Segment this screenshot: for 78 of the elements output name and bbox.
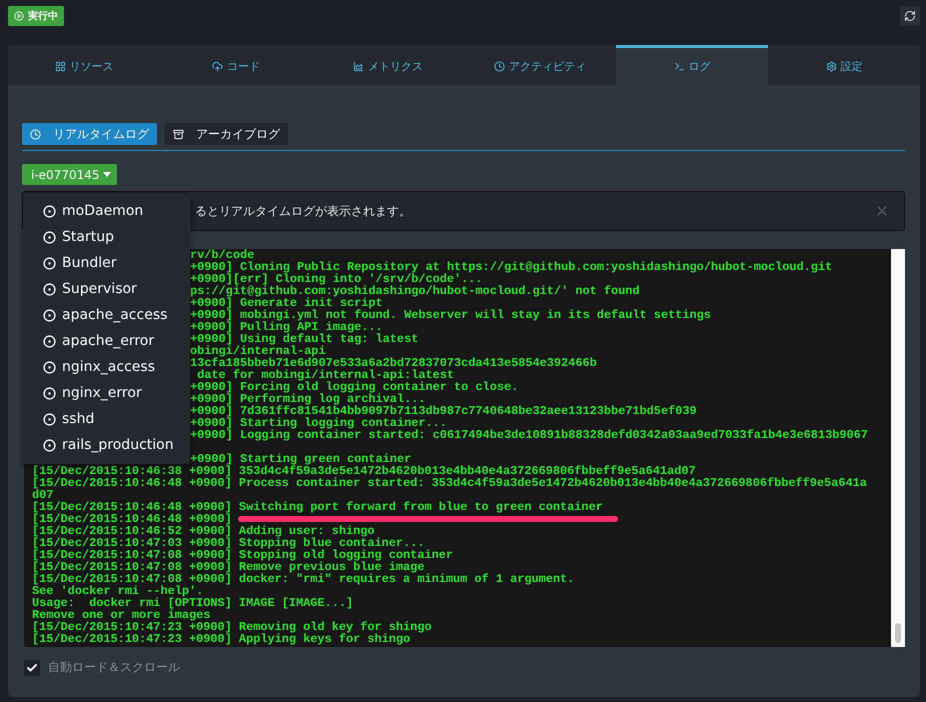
- log-line: [15/Dec/2015:10:47:03 +0900] Stopping blue container...: [32, 537, 424, 549]
- log-line: [15/Dec/2015:10:47:08 +0900] Stopping old logging container: [32, 549, 453, 561]
- menu-item[interactable]: Supervisor: [23, 276, 190, 302]
- log-line: +0900] Starting green container: [190, 453, 412, 465]
- log-line: +0900] Logging container started: c0617494be3de10891b88328defd0342a03aa9ed7033fa1b4e3e6813b9067: [190, 429, 868, 441]
- log-line: ps://git@github.com:yoshidashingo/hubot-mocloud.git/' not found: [190, 285, 640, 297]
- log-line: See 'docker rmi --help'.: [32, 585, 204, 597]
- tab[interactable]: アクティビティ: [464, 45, 616, 85]
- log-line: +0900] Cloning Public Repository at https://git@github.com:yoshidashingo/hubot-mocloud.git: [190, 261, 832, 273]
- target-icon: [43, 204, 56, 218]
- menu-item[interactable]: rails_production: [23, 432, 190, 458]
- terminal-icon: [674, 61, 684, 72]
- tab[interactable]: 設定: [768, 45, 920, 85]
- menu-item[interactable]: nginx_error: [23, 380, 190, 406]
- menu-item[interactable]: apache_error: [23, 328, 190, 354]
- menu-item[interactable]: nginx_access: [23, 354, 190, 380]
- target-icon: [43, 334, 56, 348]
- target-icon: [43, 308, 56, 322]
- log-line: d07: [32, 489, 54, 501]
- alert-text: るとリアルタイムログが表示されます。: [195, 202, 411, 220]
- tab[interactable]: メトリクス: [312, 45, 464, 85]
- log-line: Remove one or more images: [32, 609, 210, 621]
- status-badge: 実行中: [8, 6, 64, 26]
- menu-item[interactable]: apache_access: [23, 302, 190, 328]
- tab[interactable]: リソース: [8, 45, 160, 85]
- menu-item[interactable]: moDaemon: [23, 198, 190, 224]
- refresh-button[interactable]: [900, 6, 920, 26]
- target-icon: [43, 230, 56, 244]
- log-line: [15/Dec/2015:10:47:08 +0900] docker: "rmi" requires a minimum of 1 argument.: [32, 573, 574, 585]
- target-icon: [43, 360, 56, 374]
- log-line: +0900] Pulling API image...: [190, 321, 383, 333]
- log-line: obingi/internal-api: [190, 345, 326, 357]
- target-icon: [43, 412, 56, 426]
- log-line: [15/Dec/2015:10:47:08 +0900] Remove previous blue image: [32, 561, 424, 573]
- clock-icon: [30, 128, 41, 140]
- tab[interactable]: コード: [160, 45, 312, 85]
- menu-item[interactable]: sshd: [23, 406, 190, 432]
- log-line: [15/Dec/2015:10:46:52 +0900] Adding user: shingo: [32, 525, 375, 537]
- log-line: rv/b/code: [190, 249, 254, 261]
- tab[interactable]: ログ: [616, 45, 768, 85]
- target-icon: [43, 256, 56, 270]
- checkbox[interactable]: [24, 660, 40, 676]
- log-line: +0900] Generate init script: [190, 297, 383, 309]
- log-line: +0900] mobingi.yml not found. Webserver will stay in its default settings: [190, 309, 711, 321]
- caret-icon: [102, 172, 110, 177]
- log-line: Usage: docker rmi [OPTIONS] IMAGE [IMAGE...]: [32, 597, 354, 609]
- scroll-thumb[interactable]: [895, 623, 901, 643]
- menu-item[interactable]: Bundler: [23, 250, 190, 276]
- check-icon: [26, 662, 38, 674]
- target-icon: [43, 386, 56, 400]
- log-line: +0900] Using default tag: latest: [190, 333, 418, 345]
- log-line: [15/Dec/2015:10:47:23 +0900] Removing old key for shingo: [32, 621, 432, 633]
- log-line: +0900] Forcing old logging container to close.: [190, 381, 518, 393]
- checkbox-label: 自動ロード＆スクロール: [48, 659, 180, 676]
- play-icon: [14, 11, 24, 21]
- archive-icon: [173, 128, 184, 140]
- clock-icon: [494, 61, 505, 72]
- cloud-upload-icon: [212, 61, 223, 72]
- log-line: [15/Dec/2015:10:46:48 +0900]: [32, 513, 232, 525]
- log-line: [15/Dec/2015:10:46:48 +0900] Process container started: 353d4c4f59a3de5e1472b4620b013e4bb40e4a372669806fbbeff9e5a641a: [32, 477, 867, 489]
- log-line: 13cfa185bbeb71e6d907e533a6a2bd72837073cda413e5854e392466b: [190, 357, 597, 369]
- log-line: +0900][err] Cloning into '/srv/b/code'...: [190, 273, 483, 285]
- menu-item[interactable]: Startup: [23, 224, 190, 250]
- area-chart-icon: [353, 61, 364, 72]
- log-line: +0900] Starting logging container...: [190, 417, 447, 429]
- log-mode-tab[interactable]: リアルタイムログ: [22, 123, 157, 145]
- log-line: +0900] 7d361ffc81541b4bb9097b7113db987c7740648be32aee13123bbe71bd5ef039: [190, 405, 697, 417]
- log-line: [15/Dec/2015:10:46:48 +0900] Switching port forward from blue to green container: [32, 501, 603, 513]
- target-icon: [43, 282, 56, 296]
- log-line: +0900] Performing log archival...: [190, 393, 426, 405]
- settings-icon: [826, 61, 836, 72]
- log-mode-tab[interactable]: アーカイブログ: [165, 123, 288, 145]
- grid-icon: [54, 61, 66, 72]
- log-line: [15/Dec/2015:10:46:38 +0900] 353d4c4f59a3de5e1472b4620b013e4bb40e4a372669806fbbeff9e5a641ad07: [32, 465, 696, 477]
- refresh-icon: [904, 10, 916, 22]
- log-line: date for mobingi/internal-api:latest: [197, 369, 454, 381]
- log-line: [15/Dec/2015:10:47:23 +0900] Applying keys for shingo: [32, 633, 410, 645]
- target-icon: [43, 438, 56, 452]
